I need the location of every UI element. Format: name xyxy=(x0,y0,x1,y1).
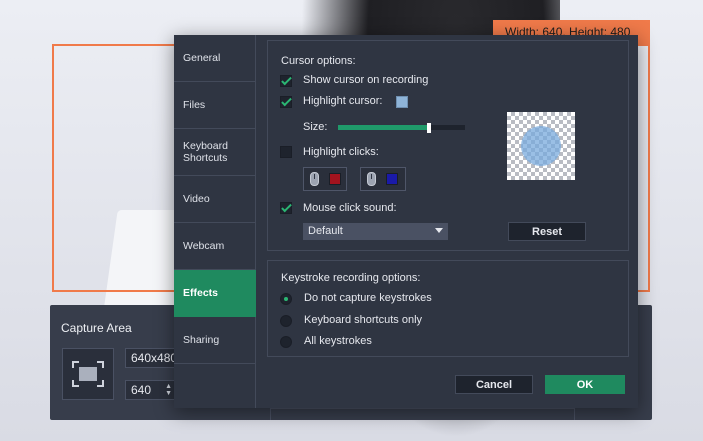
nav-video[interactable]: Video xyxy=(174,176,256,223)
capture-region-icon xyxy=(72,361,104,387)
size-slider-thumb[interactable] xyxy=(427,123,431,133)
highlight-clicks-label: Highlight clicks: xyxy=(303,146,379,158)
cancel-button[interactable]: Cancel xyxy=(455,375,533,394)
capture-panel-strip xyxy=(270,408,575,420)
cursor-options-title: Cursor options: xyxy=(281,55,356,67)
check-icon xyxy=(281,74,292,86)
radio-no-keystrokes[interactable] xyxy=(280,293,292,305)
mouse-click-sound-label: Mouse click sound: xyxy=(303,202,397,214)
ok-button[interactable]: OK xyxy=(545,375,625,394)
radio-shortcuts-only-label: Keyboard shortcuts only xyxy=(304,314,423,326)
right-click-color-swatch[interactable] xyxy=(386,173,398,185)
click-sound-value: Default xyxy=(308,225,343,237)
show-cursor-label: Show cursor on recording xyxy=(303,74,429,86)
left-click-color-swatch[interactable] xyxy=(329,173,341,185)
preferences-dialog: General Files Keyboard Shortcuts Video W… xyxy=(174,35,638,408)
check-icon xyxy=(281,95,292,107)
nav-keyboard-shortcuts[interactable]: Keyboard Shortcuts xyxy=(174,129,256,176)
keystroke-options-title: Keystroke recording options: xyxy=(281,272,421,284)
radio-all-keystrokes-label: All keystrokes xyxy=(304,335,372,347)
mouse-left-click-icon xyxy=(310,172,319,186)
size-label: Size: xyxy=(303,121,328,133)
capture-area-title: Capture Area xyxy=(61,321,132,335)
highlight-clicks-checkbox[interactable] xyxy=(280,146,292,158)
nav-sharing[interactable]: Sharing xyxy=(174,317,256,364)
mouse-right-click-icon xyxy=(367,172,376,186)
nav-general[interactable]: General xyxy=(174,35,256,82)
reset-button[interactable]: Reset xyxy=(508,222,586,241)
radio-no-keystrokes-label: Do not capture keystrokes xyxy=(304,292,432,304)
preferences-sidebar: General Files Keyboard Shortcuts Video W… xyxy=(174,35,256,408)
check-icon xyxy=(281,201,292,213)
left-click-color-group[interactable] xyxy=(303,167,347,191)
highlight-color-swatch[interactable] xyxy=(396,96,408,108)
capture-size-dropdown[interactable]: 640x480 xyxy=(125,348,175,368)
highlight-preview-circle xyxy=(521,126,561,166)
mouse-click-sound-checkbox[interactable] xyxy=(280,201,292,214)
nav-files[interactable]: Files xyxy=(174,82,256,129)
chevron-down-icon xyxy=(435,228,443,233)
capture-area-button[interactable] xyxy=(62,348,114,400)
right-click-color-group[interactable] xyxy=(360,167,406,191)
cursor-highlight-preview xyxy=(507,112,575,180)
radio-all-keystrokes[interactable] xyxy=(280,336,292,348)
highlight-cursor-checkbox[interactable] xyxy=(280,95,292,108)
nav-effects[interactable]: Effects xyxy=(174,270,256,317)
stepper-arrows-icon[interactable]: ▲ ▼ xyxy=(165,383,172,397)
size-slider-fill xyxy=(338,125,429,130)
highlight-cursor-label: Highlight cursor: xyxy=(303,95,383,107)
click-sound-select[interactable]: Default xyxy=(303,223,448,240)
show-cursor-checkbox[interactable] xyxy=(280,74,292,87)
radio-shortcuts-only[interactable] xyxy=(280,315,292,327)
nav-webcam[interactable]: Webcam xyxy=(174,223,256,270)
capture-width-stepper[interactable]: 640 ▲ ▼ xyxy=(125,380,175,400)
capture-width-value: 640 xyxy=(131,383,152,397)
